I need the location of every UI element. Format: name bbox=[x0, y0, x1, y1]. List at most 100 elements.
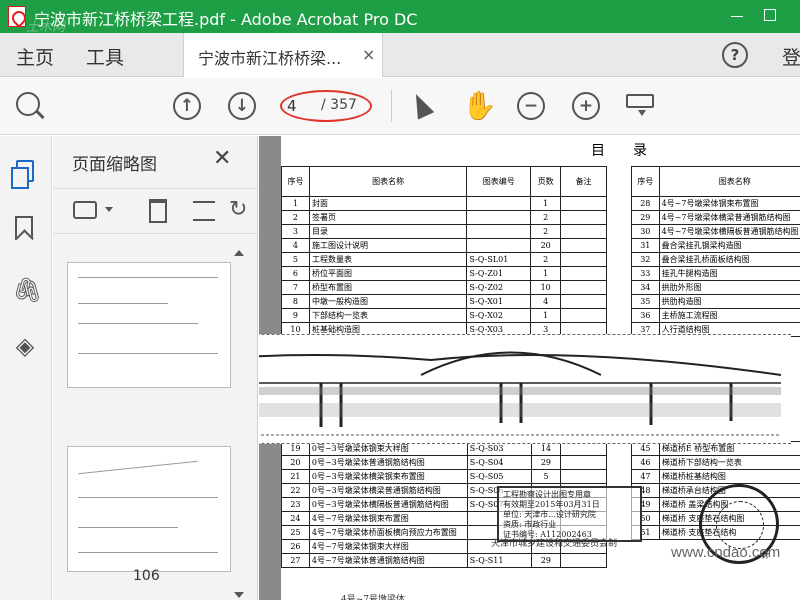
tab-home[interactable]: 主页 bbox=[16, 43, 54, 70]
thumbnail-list bbox=[53, 246, 258, 600]
toc-cell bbox=[560, 308, 607, 323]
document-viewport[interactable]: 目录 序号 图表名称 图表编号 页数 备注 1 封面 1 2 签署页 2 3 目录 2 4 施工图设计说明 20… bbox=[259, 136, 800, 600]
toc-cell: 4号~7号墩梁体横隔板普通钢筋结构图 bbox=[658, 224, 800, 239]
toc-header-cell: 页数 bbox=[530, 166, 562, 197]
table-row: 7 桥型布置图 S-Q-Z02 10 bbox=[281, 280, 607, 295]
maximize-button[interactable] bbox=[758, 4, 782, 28]
panel-close-icon[interactable]: ✕ bbox=[213, 146, 231, 171]
attachment-icon[interactable]: 🖇 bbox=[12, 276, 42, 304]
extract-pages-icon[interactable] bbox=[193, 201, 215, 221]
title-bar: 土木网 宁波市新江桥桥梁工程.pdf - Adobe Acrobat Pro D… bbox=[0, 0, 800, 35]
toc-cell: 2 bbox=[281, 210, 310, 225]
tab-bar: 主页 工具 宁波市新江桥桥梁... × ? 登 bbox=[0, 33, 800, 77]
bridge-drawing-svg bbox=[259, 351, 782, 436]
panel-title: 页面缩略图 bbox=[72, 155, 157, 175]
thumbnail-page-label: 106 bbox=[133, 568, 160, 584]
table-row: 9 下部结构一览表 S-Q-X02 1 bbox=[281, 308, 607, 323]
keyboard-view-icon[interactable] bbox=[626, 94, 654, 116]
toc-cell: 29 bbox=[530, 455, 562, 470]
toc-cell: 下部结构一览表 bbox=[308, 308, 468, 323]
layers-icon[interactable]: ◈ bbox=[12, 332, 38, 360]
table-row: 27 4号~7号墩梁体普通钢筋结构图 S-Q-S11 29 bbox=[281, 553, 607, 568]
toc-cell: 33 bbox=[631, 266, 660, 281]
toc-cell: 26 bbox=[281, 539, 310, 554]
toc-cell: 中墩一般构造图 bbox=[308, 294, 468, 309]
trash-icon[interactable] bbox=[149, 199, 167, 223]
toc-cell: 23 bbox=[281, 497, 310, 512]
scroll-down-icon[interactable] bbox=[234, 592, 244, 598]
toc-cell: 32 bbox=[631, 252, 660, 267]
pdf-page: 目录 序号 图表名称 图表编号 页数 备注 1 封面 1 2 签署页 2 3 目录 2 4 施工图设计说明 20… bbox=[259, 136, 800, 600]
red-annotation-ellipse bbox=[280, 90, 372, 122]
bridge-elevation-drawing bbox=[259, 334, 791, 444]
toc-cell: 10 bbox=[530, 280, 562, 295]
tab-close-icon[interactable]: × bbox=[362, 45, 375, 64]
sign-in-link[interactable]: 登 bbox=[782, 43, 800, 70]
toc-cell: 20 bbox=[530, 238, 562, 253]
hand-tool-icon[interactable]: ✋ bbox=[462, 90, 497, 122]
panel-toolbar: ↻ bbox=[53, 188, 258, 234]
toc-cell: S-Q-S04 bbox=[466, 455, 532, 470]
table-row: 5 工程数量表 S-Q-SL01 2 bbox=[281, 252, 607, 267]
select-pointer-icon[interactable] bbox=[407, 90, 435, 120]
toc-cell bbox=[560, 455, 607, 470]
tab-tools[interactable]: 工具 bbox=[86, 43, 124, 70]
toc-cell: 0号~3号墩梁体横梁普通钢筋结构图 bbox=[308, 483, 468, 498]
toc-cell: 挂孔牛腿构造图 bbox=[658, 266, 800, 281]
bookmark-icon[interactable] bbox=[15, 216, 33, 240]
toc-cell: 8 bbox=[281, 294, 310, 309]
page-thumbnail[interactable] bbox=[67, 446, 231, 572]
search-icon[interactable] bbox=[16, 92, 40, 116]
toc-cell: 34 bbox=[631, 280, 660, 295]
page-thumbnails-icon[interactable] bbox=[11, 160, 34, 189]
toc-cell: 4号~7号墩梁体钢束布置图 bbox=[658, 196, 800, 211]
zoom-in-button[interactable]: + bbox=[572, 92, 600, 120]
toc-cell: 梯道桥下部结构一览表 bbox=[658, 455, 800, 470]
toc-cell: 4 bbox=[530, 294, 562, 309]
table-row: 3 目录 2 bbox=[281, 224, 607, 239]
toc-cell bbox=[560, 294, 607, 309]
toc-header-cell: 图表名称 bbox=[308, 166, 468, 197]
next-page-button[interactable]: ↓ bbox=[228, 92, 256, 120]
toc-cell: 桥位平面图 bbox=[308, 266, 468, 281]
toc-cell bbox=[560, 224, 607, 239]
thumbnail-scrollbar[interactable] bbox=[231, 246, 247, 600]
minimize-button[interactable] bbox=[725, 4, 749, 28]
toc-cell: 工程数量表 bbox=[308, 252, 468, 267]
toc-cell: 46 bbox=[631, 455, 660, 470]
toc-cell: 4号~7号墩梁体横梁普通钢筋结构图 bbox=[658, 210, 800, 225]
toc-cell: 0号~3号墩梁体横隔板普通钢筋结构图 bbox=[308, 497, 468, 512]
toc-cell: S-Q-X01 bbox=[466, 294, 532, 309]
toc-cell: 叠合梁挂孔钢梁构造图 bbox=[658, 238, 800, 253]
plus-icon: + bbox=[578, 96, 594, 116]
scroll-up-icon[interactable] bbox=[234, 250, 244, 256]
stamp-line: 工程勘察设计出图专用章 bbox=[503, 490, 591, 499]
toc-cell: 2 bbox=[530, 224, 562, 239]
toc-cell: 36 bbox=[631, 308, 660, 323]
toc-header-cell: 图表编号 bbox=[466, 166, 532, 197]
rotate-icon[interactable]: ↻ bbox=[229, 197, 247, 222]
previous-page-button[interactable]: ↑ bbox=[173, 92, 201, 120]
navigation-rail: 🖇 ◈ bbox=[0, 136, 52, 600]
toc-cell bbox=[560, 252, 607, 267]
options-icon[interactable] bbox=[73, 201, 97, 219]
zoom-out-button[interactable]: − bbox=[517, 92, 545, 120]
arrow-down-icon: ↓ bbox=[234, 96, 250, 116]
help-icon[interactable]: ? bbox=[722, 42, 748, 68]
chevron-down-icon[interactable] bbox=[105, 207, 113, 212]
toc-cell bbox=[466, 224, 532, 239]
table-row: 20 0号~3号墩梁体普通钢筋结构图 S-Q-S04 29 bbox=[281, 455, 607, 470]
toc-cell: 47 bbox=[631, 469, 660, 484]
tab-document[interactable]: 宁波市新江桥桥梁... × bbox=[183, 33, 383, 77]
page-thumbnail[interactable] bbox=[67, 262, 231, 388]
table-row: 6 桥位平面图 S-Q-Z01 1 bbox=[281, 266, 607, 281]
stamp-line: 有效期至2015年03月31日 bbox=[503, 500, 600, 509]
toc-cell: 31 bbox=[631, 238, 660, 253]
toc-cell: 2 bbox=[530, 252, 562, 267]
table-row: 32 叠合梁挂孔桥面板结构图 bbox=[631, 252, 800, 267]
toc-cell: 拱肋构造图 bbox=[658, 294, 800, 309]
toc-cell: 2 bbox=[530, 210, 562, 225]
table-row: 8 中墩一般构造图 S-Q-X01 4 bbox=[281, 294, 607, 309]
toc-cell: S-Q-Z01 bbox=[466, 266, 532, 281]
acrobat-app-icon bbox=[8, 6, 26, 27]
